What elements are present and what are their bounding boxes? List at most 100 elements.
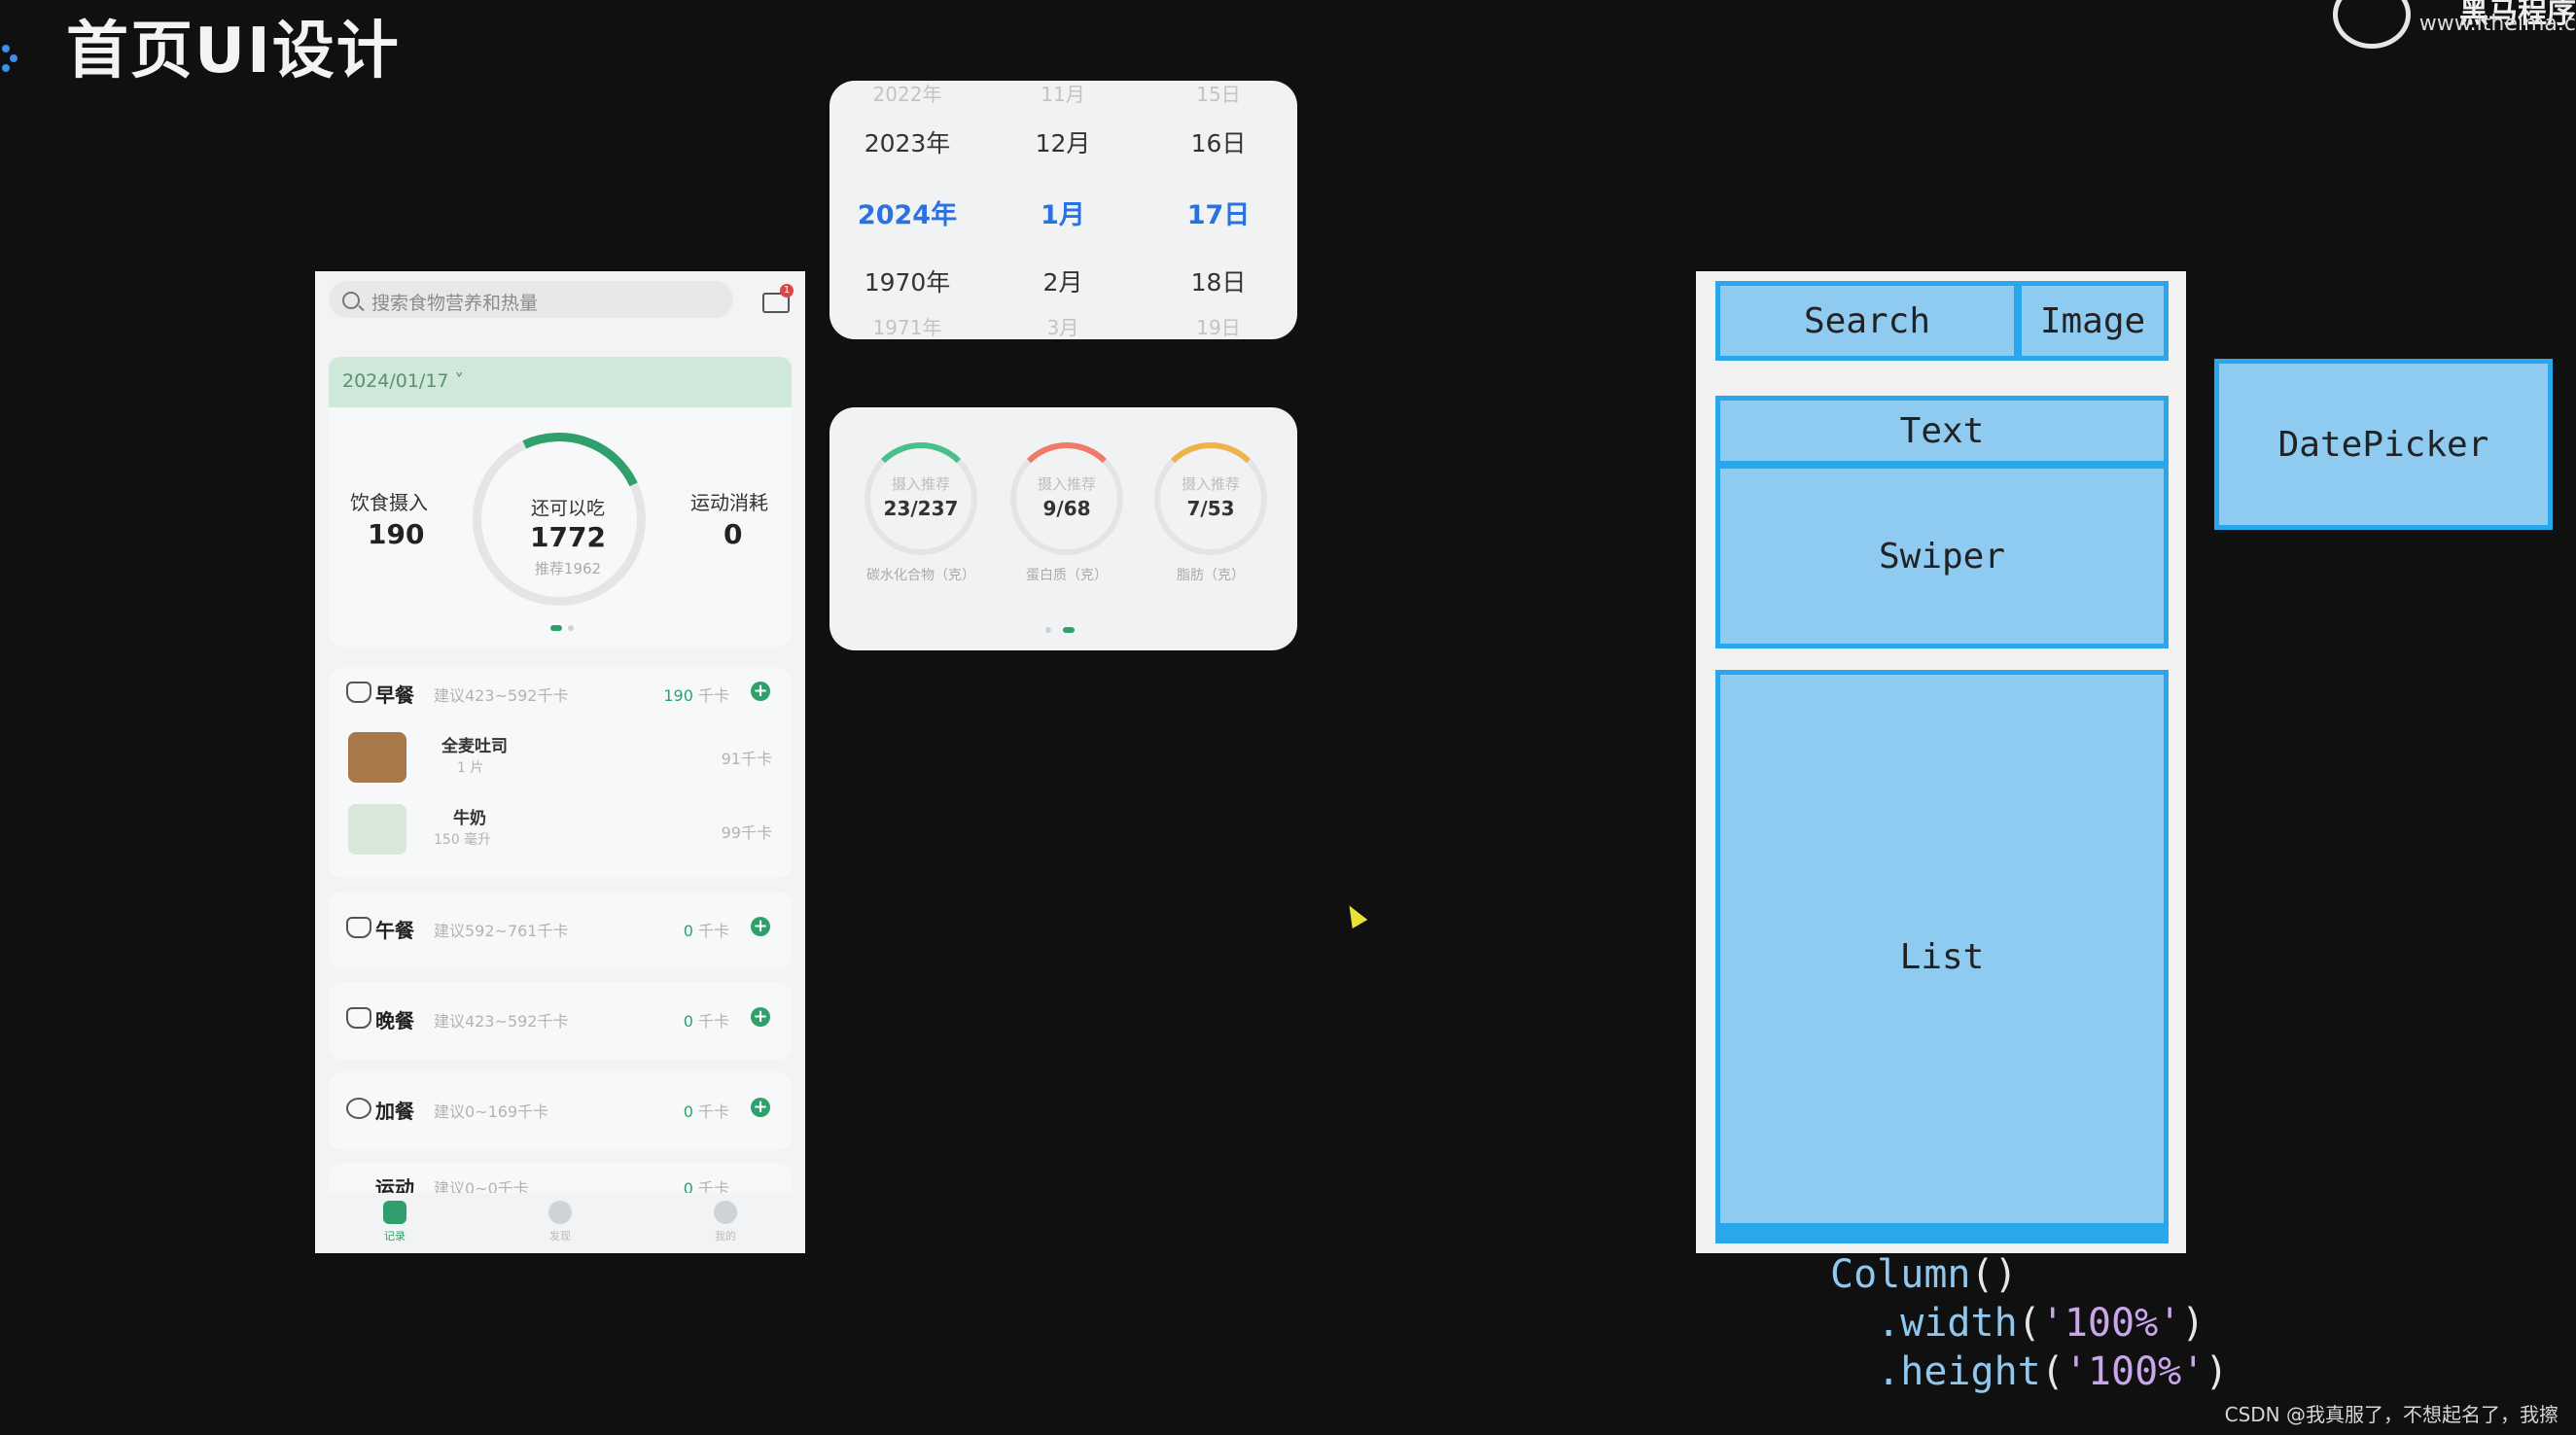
dinner-icon <box>346 1007 371 1029</box>
picker-year[interactable]: 2022年 <box>829 81 985 107</box>
code-fn: .height <box>1877 1349 2041 1394</box>
food-kcal: 91千卡 <box>721 750 772 768</box>
record-tab-icon[interactable] <box>383 1201 406 1224</box>
logo-mark-icon <box>2333 0 2411 49</box>
search-icon <box>342 292 360 309</box>
food-qty: 1 片 <box>457 760 484 776</box>
tab-discover[interactable]: 发现 <box>541 1228 580 1243</box>
food-image <box>348 804 406 855</box>
picker-year[interactable]: 2023年 <box>829 124 985 159</box>
page-indicator[interactable] <box>568 625 574 631</box>
meal-title: 早餐 <box>375 683 414 707</box>
meal-kcal-value: 0 <box>683 1012 693 1031</box>
meal-kcal: 190 千卡 <box>622 682 729 706</box>
meal-kcal-value: 190 <box>663 686 693 705</box>
meal-hint: 建议0~169千卡 <box>434 1102 549 1121</box>
add-food-button[interactable]: + <box>751 1098 770 1117</box>
meal-card-breakfast: 早餐 建议423~592千卡 190 千卡 + 全麦吐司 1 片 91千卡 牛奶… <box>329 668 792 878</box>
nutrient-name: 碳水化合物（克） <box>866 568 975 583</box>
text-block: Text <box>1715 396 2169 466</box>
code-string: '100%' <box>2040 1301 2182 1346</box>
meal-kcal: 0 千卡 <box>622 1099 729 1122</box>
meal-card-dinner: 晚餐 建议423~592千卡 0 千卡 + <box>329 982 792 1060</box>
picker-month[interactable]: 12月 <box>985 124 1141 159</box>
code-fn: Column <box>1830 1252 1971 1297</box>
date-picker-preview[interactable]: 2022年 11月 15日 2023年 12月 16日 2024年 1月 17日… <box>829 81 1297 339</box>
snack-icon <box>346 1098 371 1119</box>
phone-mockup: 搜索食物营养和热量 1 2024/01/17 ˅ 饮食摄入 190 还可以吃 1… <box>315 271 805 1253</box>
picker-day[interactable]: 18日 <box>1141 263 1296 298</box>
search-placeholder: 搜索食物营养和热量 <box>371 293 539 314</box>
meal-title: 午餐 <box>375 919 414 942</box>
swiper-block: Swiper <box>1715 464 2169 648</box>
code-punc: ) <box>2181 1301 2205 1346</box>
food-name: 牛奶 <box>453 809 486 828</box>
picker-day[interactable]: 16日 <box>1141 124 1296 159</box>
search-block: Search <box>1715 281 2019 361</box>
meal-kcal: 0 千卡 <box>622 918 729 941</box>
food-kcal: 99千卡 <box>721 823 772 842</box>
calorie-ring-progress <box>447 407 671 631</box>
slide-title: 首页UI设计 <box>66 16 401 88</box>
search-input[interactable]: 搜索食物营养和热量 <box>329 281 733 318</box>
logo-url: www.itheima.c <box>2418 12 2576 36</box>
breakfast-icon <box>346 682 371 703</box>
datepicker-block: DatePicker <box>2214 359 2553 530</box>
page-indicator-active[interactable] <box>550 625 562 631</box>
picker-day-selected[interactable]: 17日 <box>1141 193 1296 231</box>
tab-record[interactable]: 记录 <box>375 1228 414 1243</box>
code-snippet: Column() .width('100%') .height('100%') <box>1830 1250 2228 1396</box>
burn-value: 0 <box>723 518 743 550</box>
nutrient-name: 脂肪（克） <box>1177 568 1245 583</box>
brand-logo: 黑马程序 www.itheima.c <box>2323 0 2576 49</box>
nutrient-swiper-page: 摄入推荐 23/237 碳水化合物（克） 摄入推荐 9/68 蛋白质（克） 摄入… <box>829 407 1297 650</box>
picker-day[interactable]: 15日 <box>1141 81 1296 107</box>
picker-day[interactable]: 19日 <box>1141 312 1296 339</box>
burn-label: 运动消耗 <box>690 491 768 514</box>
image-block: Image <box>2017 281 2169 361</box>
picker-year[interactable]: 1971年 <box>829 312 985 339</box>
lunch-icon <box>346 917 371 938</box>
discover-tab-icon[interactable] <box>548 1201 572 1224</box>
sparkle-icon <box>2 45 18 72</box>
page-indicator-active[interactable] <box>1063 627 1075 633</box>
notification-badge: 1 <box>780 284 794 298</box>
tab-bar: 记录 发现 我的 <box>315 1193 805 1253</box>
date-label: 2024/01/17 ˅ <box>342 370 465 392</box>
meal-kcal-value: 0 <box>683 1102 693 1121</box>
add-food-button[interactable]: + <box>751 917 770 936</box>
picker-month[interactable]: 11月 <box>985 81 1141 107</box>
meal-card-snack: 加餐 建议0~169千卡 0 千卡 + <box>329 1072 792 1150</box>
code-punc: ( <box>2040 1349 2064 1394</box>
meal-hint: 建议423~592千卡 <box>434 686 569 705</box>
nutrient-name: 蛋白质（克） <box>1026 568 1108 583</box>
nutrient-head: 摄入推荐 <box>1181 475 1240 493</box>
layout-diagram: Search Image Text Swiper List <box>1696 271 2186 1253</box>
profile-tab-icon[interactable] <box>714 1201 737 1224</box>
nutrient-value: 7/53 <box>1186 497 1235 520</box>
mouse-cursor-icon <box>1341 900 1368 929</box>
page-indicator[interactable] <box>1045 627 1051 633</box>
food-name: 全麦吐司 <box>441 737 508 756</box>
meal-hint: 建议423~592千卡 <box>434 1012 569 1031</box>
meal-kcal-unit: 千卡 <box>697 922 729 940</box>
add-food-button[interactable]: + <box>751 1007 770 1027</box>
slide-header: 首页UI设计 <box>0 0 583 97</box>
meal-card-lunch: 午餐 建议592~761千卡 0 千卡 + <box>329 892 792 969</box>
add-food-button[interactable]: + <box>751 682 770 701</box>
picker-year[interactable]: 1970年 <box>829 263 985 298</box>
code-string: '100%' <box>2064 1349 2205 1394</box>
list-block: List <box>1715 670 2169 1243</box>
meal-title: 晚餐 <box>375 1009 414 1032</box>
meal-kcal-unit: 千卡 <box>697 1102 729 1121</box>
code-punc: ( <box>2017 1301 2041 1346</box>
picker-month[interactable]: 3月 <box>985 312 1141 339</box>
nutrient-head: 摄入推荐 <box>891 475 950 493</box>
picker-year-selected[interactable]: 2024年 <box>829 193 985 231</box>
tab-profile[interactable]: 我的 <box>706 1228 745 1243</box>
picker-month-selected[interactable]: 1月 <box>985 193 1141 231</box>
meal-kcal-unit: 千卡 <box>697 1012 729 1031</box>
nutrient-head: 摄入推荐 <box>1037 475 1096 493</box>
picker-month[interactable]: 2月 <box>985 263 1141 298</box>
food-image <box>348 732 406 783</box>
